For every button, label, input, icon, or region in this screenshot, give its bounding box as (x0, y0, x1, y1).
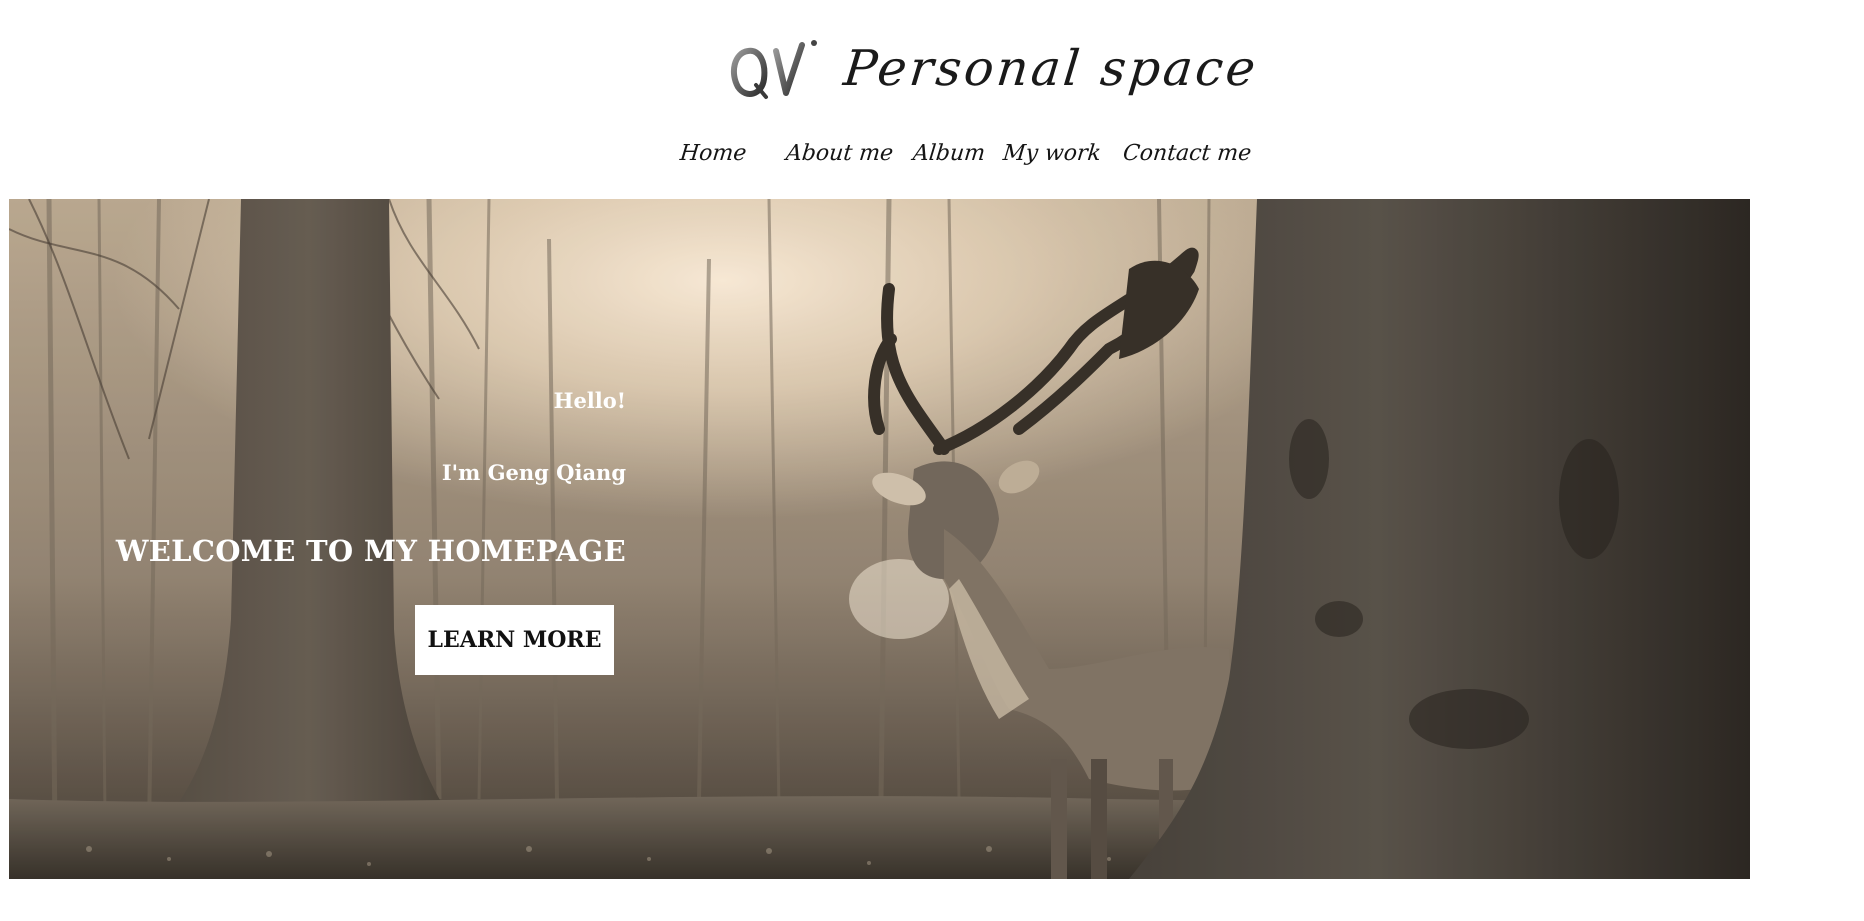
site-brand[interactable]: Personal space (726, 28, 1262, 108)
page: Personal space Home About me Album My wo… (0, 0, 1864, 921)
hero-greeting: Hello! (553, 388, 626, 413)
hero-name: I'm Geng Qiang (441, 460, 626, 485)
nav-item-contact[interactable]: Contact me (1122, 141, 1253, 166)
nav-item-home[interactable]: Home (679, 141, 748, 166)
qv-logo-icon (730, 40, 817, 99)
hero-banner: Hello! I'm Geng Qiang WELCOME TO MY HOME… (9, 199, 1750, 879)
brand-title: Personal space (841, 39, 1262, 97)
nav-item-about[interactable]: About me (785, 141, 895, 166)
main-nav: Home About me Album My work Contact me (679, 136, 1253, 170)
learn-more-button[interactable]: LEARN MORE (415, 605, 614, 675)
nav-item-my-work[interactable]: My work (1002, 141, 1103, 166)
nav-item-album[interactable]: Album (912, 141, 987, 166)
hero-welcome: WELCOME TO MY HOMEPAGE (115, 534, 626, 568)
